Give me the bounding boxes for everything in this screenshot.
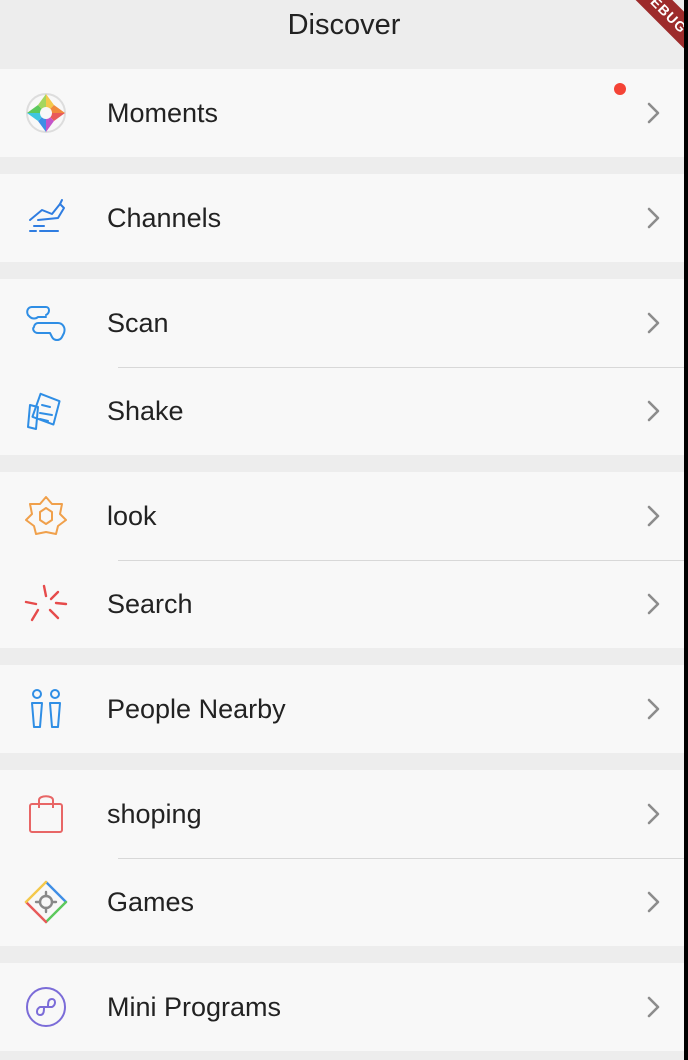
scan-icon bbox=[24, 301, 68, 345]
app-bar: Discover bbox=[0, 0, 688, 69]
menu-item-moments[interactable]: Moments bbox=[0, 69, 688, 157]
menu-item-search[interactable]: Search bbox=[0, 560, 688, 648]
search-icon bbox=[24, 582, 68, 626]
menu-item-label: Search bbox=[107, 588, 193, 619]
look-icon bbox=[24, 494, 68, 538]
chevron-right-icon bbox=[647, 891, 660, 913]
chevron-right-icon bbox=[647, 102, 660, 124]
chevron-right-icon bbox=[647, 996, 660, 1018]
group-scan-shake: Scan Shake bbox=[0, 279, 688, 455]
shake-icon bbox=[24, 389, 68, 433]
menu-item-label: look bbox=[107, 500, 157, 531]
menu-item-shopping[interactable]: shoping bbox=[0, 770, 688, 858]
chevron-right-icon bbox=[647, 207, 660, 229]
people-nearby-icon bbox=[24, 687, 68, 731]
chevron-right-icon bbox=[647, 505, 660, 527]
notification-dot bbox=[614, 83, 626, 95]
menu-item-mini-programs[interactable]: Mini Programs bbox=[0, 963, 688, 1051]
games-icon bbox=[24, 880, 68, 924]
group-mini-programs: Mini Programs bbox=[0, 963, 688, 1051]
menu-item-scan[interactable]: Scan bbox=[0, 279, 688, 367]
menu-item-label: shoping bbox=[107, 798, 202, 829]
moments-icon bbox=[24, 91, 68, 135]
chevron-right-icon bbox=[647, 312, 660, 334]
menu-item-label: Moments bbox=[107, 97, 219, 128]
group-channels: Channels bbox=[0, 174, 688, 262]
group-people-nearby: People Nearby bbox=[0, 665, 688, 753]
chevron-right-icon bbox=[647, 698, 660, 720]
chevron-right-icon bbox=[647, 400, 660, 422]
menu-item-label: Mini Programs bbox=[107, 991, 282, 1022]
group-look-search: look Search bbox=[0, 472, 688, 648]
menu-item-people-nearby[interactable]: People Nearby bbox=[0, 665, 688, 753]
mini-programs-icon bbox=[24, 985, 68, 1029]
menu-item-shake[interactable]: Shake bbox=[0, 367, 688, 455]
menu-item-label: Games bbox=[107, 886, 195, 917]
page-title: Discover bbox=[287, 9, 401, 41]
channels-icon bbox=[24, 196, 68, 240]
menu-item-look[interactable]: look bbox=[0, 472, 688, 560]
screen-edge bbox=[684, 0, 688, 1060]
group-shopping-games: shoping Games bbox=[0, 770, 688, 946]
menu-item-label: Channels bbox=[107, 202, 222, 233]
chevron-right-icon bbox=[647, 803, 660, 825]
menu-item-label: Shake bbox=[107, 395, 184, 426]
group-moments: Moments bbox=[0, 69, 688, 157]
menu-item-label: Scan bbox=[107, 307, 169, 338]
shopping-bag-icon bbox=[24, 792, 68, 836]
chevron-right-icon bbox=[647, 593, 660, 615]
menu-item-channels[interactable]: Channels bbox=[0, 174, 688, 262]
menu-item-games[interactable]: Games bbox=[0, 858, 688, 946]
menu-item-label: People Nearby bbox=[107, 693, 286, 724]
